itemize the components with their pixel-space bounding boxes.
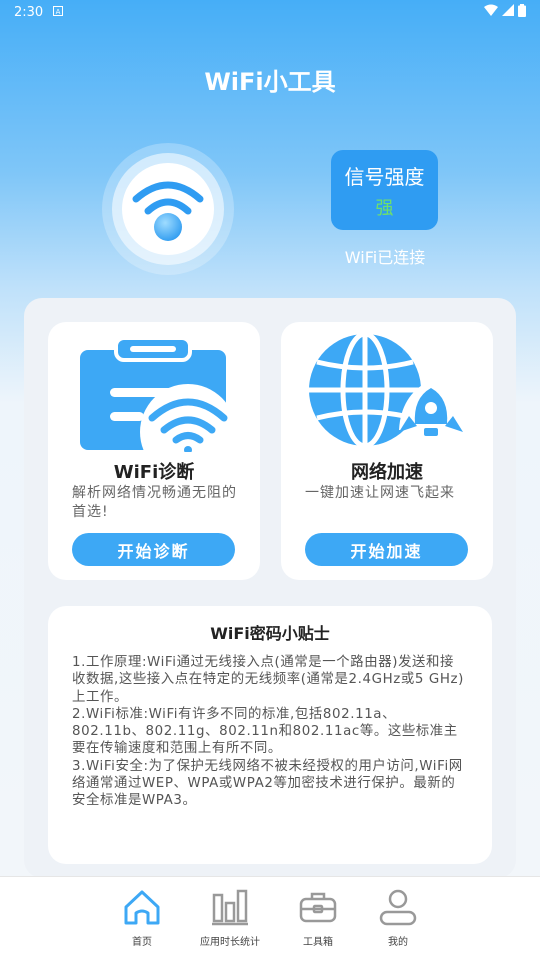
- bar-chart-icon: [212, 889, 248, 926]
- signal-strength-value: 强: [375, 197, 394, 219]
- wifi-tips-card: WiFi密码小贴士 1.工作原理:WiFi通过无线接入点(通常是一个路由器)发送…: [48, 606, 492, 864]
- battery-icon: [518, 3, 526, 21]
- nav-item-profile[interactable]: 我的: [371, 887, 425, 960]
- connection-status: WiFi已连接: [344, 248, 426, 267]
- nav-label-profile: 我的: [388, 937, 408, 948]
- nav-label-usage-stats: 应用时长统计: [200, 937, 260, 948]
- network-acceleration-card[interactable]: 网络加速 一键加速让网速飞起来 开始加速: [281, 322, 493, 580]
- acceleration-title: 网络加速: [351, 462, 423, 483]
- wifi-diagnosis-card[interactable]: WiFi诊断 解析网络情况畅通无阻的首选! 开始诊断: [48, 322, 260, 580]
- diagnosis-title: WiFi诊断: [113, 462, 195, 483]
- nav-item-usage-stats[interactable]: 应用时长统计: [195, 887, 265, 960]
- bottom-nav: 首页 应用时长统计 工具箱 我的: [0, 876, 540, 960]
- signal-strength-card: 信号强度 强: [331, 150, 438, 230]
- svg-text:A: A: [56, 8, 61, 16]
- tips-paragraph: 1.工作原理:WiFi通过无线接入点(通常是一个路由器)发送和接收数据,这些接入…: [72, 655, 464, 705]
- toolbox-icon: [299, 892, 337, 923]
- nav-item-toolbox[interactable]: 工具箱: [291, 887, 345, 960]
- nav-label-toolbox: 工具箱: [303, 937, 333, 948]
- tips-paragraph: 2.WiFi标准:WiFi有许多不同的标准,包括802.11a、802.11b、…: [72, 706, 458, 757]
- notification-icon: A: [53, 5, 64, 20]
- nav-item-home[interactable]: 首页: [115, 887, 169, 960]
- tips-body: 1.工作原理:WiFi通过无线接入点(通常是一个路由器)发送和接收数据,这些接入…: [72, 654, 468, 810]
- tips-paragraph: 3.WiFi安全:为了保护无线网络不被未经授权的用户访问,WiFi网络通常通过W…: [72, 758, 463, 809]
- user-icon: [379, 889, 417, 926]
- start-diagnosis-button[interactable]: 开始诊断: [72, 533, 235, 566]
- globe-rocket-icon: [281, 331, 493, 452]
- start-acceleration-button[interactable]: 开始加速: [305, 533, 468, 566]
- tips-title: WiFi密码小贴士: [210, 624, 330, 643]
- status-bar: 2:30 A: [0, 0, 540, 24]
- wifi-status-circle: [102, 143, 234, 275]
- diagnosis-illustration-icon: [48, 332, 260, 480]
- page-title: WiFi小工具: [204, 68, 336, 96]
- status-time: 2:30: [14, 4, 44, 20]
- nav-label-home: 首页: [132, 937, 152, 948]
- diagnosis-description: 解析网络情况畅通无阻的首选!: [72, 485, 237, 520]
- wifi-icon: [132, 181, 204, 241]
- wifi-status-icon: [484, 4, 498, 20]
- cell-signal-icon: [502, 4, 514, 20]
- signal-strength-label: 信号强度: [344, 164, 425, 189]
- acceleration-description: 一键加速让网速飞起来: [305, 485, 455, 501]
- home-icon: [124, 890, 160, 925]
